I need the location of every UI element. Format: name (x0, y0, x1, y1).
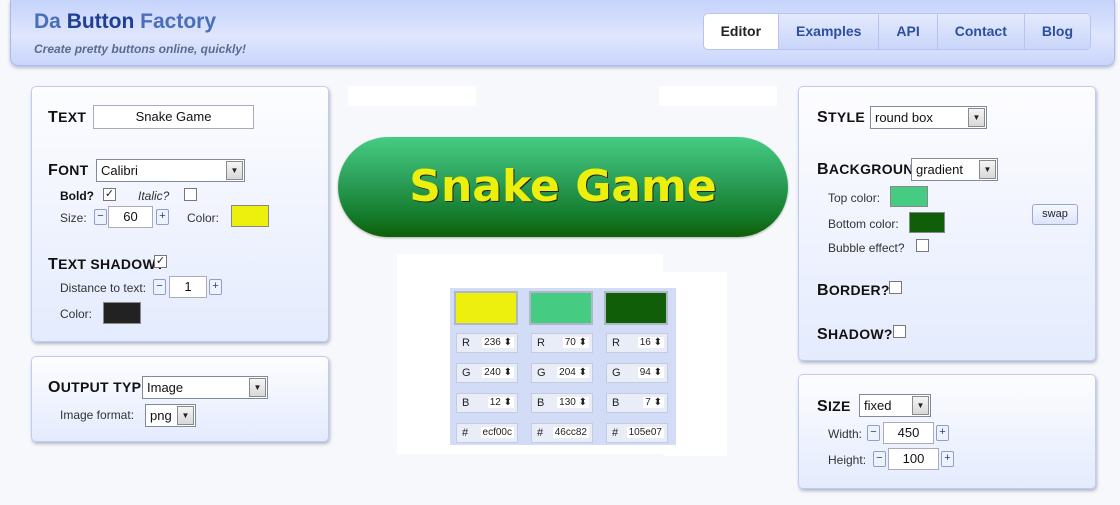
height-decrement-button[interactable]: − (873, 451, 886, 467)
chevron-down-icon: ▼ (226, 161, 243, 180)
button-preview[interactable]: Snake Game (338, 137, 788, 237)
r-field[interactable]: R 16 ⬍ (606, 333, 668, 353)
color-swatch[interactable] (529, 291, 593, 325)
main-nav: Editor Examples API Contact Blog (702, 13, 1091, 50)
distance-increment-button[interactable]: + (209, 279, 222, 295)
width-label: Width: (828, 427, 863, 441)
hex-field[interactable]: # ecf00c (456, 423, 518, 443)
height-increment-button[interactable]: + (941, 451, 954, 467)
text-color-label: Color: (187, 211, 220, 225)
nav-contact[interactable]: Contact (936, 14, 1024, 49)
button-text-input[interactable]: Snake Game (93, 105, 254, 129)
size-increment-button[interactable]: + (156, 209, 169, 225)
italic-checkbox[interactable] (184, 188, 197, 201)
image-format-label: Image format: (60, 408, 135, 422)
top-color-swatch[interactable] (890, 186, 928, 207)
b-field[interactable]: B 12 ⬍ (456, 393, 518, 413)
size-panel: SIZE fixed ▼ Width: − 450 + Height: − 100… (798, 374, 1096, 489)
text-shadow-label: TEXT SHADOW? (48, 256, 165, 273)
r-field[interactable]: R 70 ⬍ (531, 333, 593, 353)
color-swatch[interactable] (604, 291, 668, 325)
distance-decrement-button[interactable]: − (153, 279, 166, 295)
shadow-label: SHADOW? (817, 326, 893, 343)
bold-checkbox[interactable]: ✓ (103, 188, 116, 201)
g-field[interactable]: G 94 ⬍ (606, 363, 668, 383)
font-label: FONT (48, 162, 89, 179)
button-preview-text: Snake Game (409, 161, 717, 212)
width-decrement-button[interactable]: − (867, 425, 880, 441)
r-field[interactable]: R 236 ⬍ (456, 333, 518, 353)
preview-artifact (659, 86, 777, 106)
nav-blog[interactable]: Blog (1023, 14, 1090, 49)
height-label: Height: (828, 453, 867, 467)
shadow-color-swatch[interactable] (103, 302, 141, 324)
color-picker: R 236 ⬍ G 240 ⬍ B 12 ⬍ # ecf00c R 70 ⬍ G 204 ⬍… (450, 288, 676, 445)
bubble-effect-label: Bubble effect? (828, 241, 905, 255)
text-label: TEXT (48, 109, 87, 126)
site-logo[interactable]: Da Button Factory (34, 10, 216, 34)
font-size-input[interactable]: 60 (108, 206, 153, 228)
style-label: STYLE (817, 109, 865, 126)
width-increment-button[interactable]: + (936, 425, 949, 441)
border-checkbox[interactable] (889, 281, 902, 294)
font-select[interactable]: Calibri ▼ (96, 159, 245, 182)
image-format-select[interactable]: png ▼ (145, 404, 196, 427)
g-field[interactable]: G 240 ⬍ (456, 363, 518, 383)
chevron-down-icon: ▼ (968, 108, 985, 127)
chevron-down-icon: ▼ (249, 378, 266, 397)
chevron-down-icon: ▼ (979, 160, 996, 179)
border-label: BORDER? (817, 282, 890, 299)
output-panel: OUTPUT TYPE Image ▼ Image format: png ▼ (31, 356, 329, 442)
size-label: Size: (60, 211, 87, 225)
output-type-select[interactable]: Image ▼ (142, 376, 268, 399)
hex-field[interactable]: #105e07 (606, 423, 668, 443)
shadow-checkbox[interactable] (893, 325, 906, 338)
style-panel: STYLE round box ▼ BACKGROUND gradient ▼ To… (798, 86, 1096, 361)
chevron-down-icon: ▼ (912, 396, 929, 415)
b-field[interactable]: B 130 ⬍ (531, 393, 593, 413)
italic-label: Italic? (138, 189, 170, 203)
background-select[interactable]: gradient ▼ (911, 158, 998, 181)
background-label: BACKGROUND (817, 161, 925, 178)
tagline: Create pretty buttons online, quickly! (34, 42, 247, 56)
width-input[interactable]: 450 (883, 422, 934, 444)
nav-examples[interactable]: Examples (778, 14, 879, 49)
bubble-effect-checkbox[interactable] (916, 239, 929, 252)
header: Da Button Factory Create pretty buttons … (10, 0, 1115, 66)
bottom-color-label: Bottom color: (828, 217, 899, 231)
nav-editor[interactable]: Editor (703, 14, 779, 49)
shadow-color-label: Color: (60, 307, 93, 321)
distance-input[interactable]: 1 (169, 276, 207, 298)
top-color-label: Top color: (828, 191, 881, 205)
text-shadow-checkbox[interactable]: ✓ (154, 255, 167, 268)
style-select[interactable]: round box ▼ (870, 106, 987, 129)
swap-button[interactable]: swap (1032, 204, 1078, 225)
size-mode-select[interactable]: fixed ▼ (859, 394, 931, 417)
text-color-swatch[interactable] (231, 205, 269, 227)
g-field[interactable]: G 204 ⬍ (531, 363, 593, 383)
distance-label: Distance to text: (60, 281, 147, 295)
b-field[interactable]: B7 ⬍ (606, 393, 668, 413)
height-input[interactable]: 100 (888, 448, 939, 470)
size-label: SIZE (817, 398, 851, 415)
text-panel: TEXT Snake Game FONT Calibri ▼ Bold? ✓ It… (31, 86, 329, 342)
preview-artifact (348, 86, 476, 106)
nav-api[interactable]: API (878, 14, 937, 49)
chevron-down-icon: ▼ (177, 406, 194, 425)
color-swatch[interactable] (454, 291, 518, 325)
bold-label: Bold? (60, 189, 94, 203)
hex-field[interactable]: #46cc82 (531, 423, 593, 443)
output-type-label: OUTPUT TYPE (48, 379, 151, 396)
bottom-color-swatch[interactable] (909, 212, 945, 233)
size-decrement-button[interactable]: − (94, 209, 107, 225)
